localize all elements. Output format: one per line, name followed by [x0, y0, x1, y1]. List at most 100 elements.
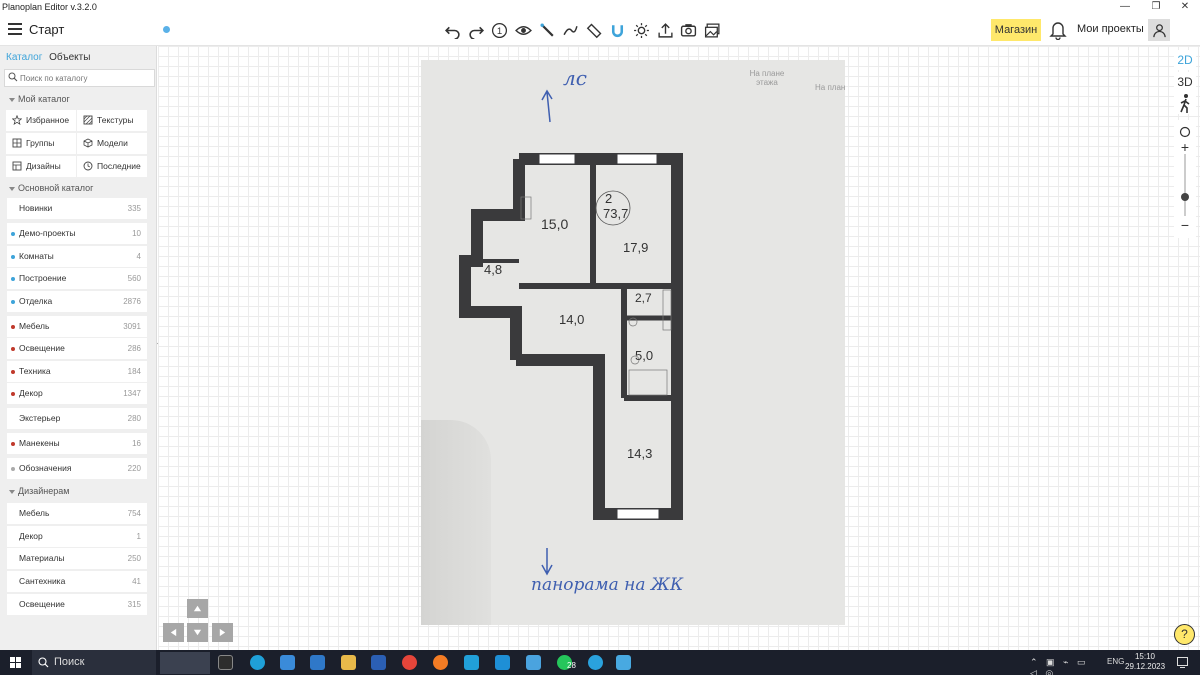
group-icon	[12, 138, 22, 148]
designer-row[interactable]: Мебель 754	[7, 503, 147, 524]
catalog-designs-button[interactable]: Дизайны	[6, 156, 76, 177]
eye-icon[interactable]	[512, 19, 536, 41]
catalog-row[interactable]: Освещение 286	[7, 338, 147, 359]
catalog-models-button[interactable]: Модели	[77, 133, 147, 154]
planoplan-icon[interactable]	[616, 655, 631, 670]
word-icon[interactable]	[371, 655, 386, 670]
catalog-favorites-button[interactable]: Избранное	[6, 110, 76, 131]
catalog-row[interactable]: Обозначения 220	[7, 458, 147, 479]
restore-button[interactable]: ❐	[1141, 0, 1171, 14]
zoom-in-button[interactable]: +	[1174, 140, 1196, 154]
notifications-icon[interactable]	[1176, 656, 1189, 669]
firefox-icon[interactable]	[433, 655, 448, 670]
arrow-up-icon	[193, 605, 202, 612]
catalog-row-label: Отделка	[19, 296, 53, 306]
magnet-icon[interactable]	[606, 19, 630, 41]
window-title: Planoplan Editor v.3.2.0	[2, 2, 97, 12]
gallery-icon[interactable]	[701, 19, 725, 41]
catalog-row[interactable]: Отделка 2876	[7, 291, 147, 312]
app-icon[interactable]	[464, 655, 479, 670]
zoom-out-button[interactable]: −	[1174, 218, 1196, 232]
tab-objects[interactable]: Объекты	[49, 52, 90, 63]
edge-icon[interactable]	[250, 655, 265, 670]
search-input[interactable]	[20, 72, 150, 85]
pan-right-button[interactable]	[212, 623, 233, 642]
help-button[interactable]: ?	[1174, 624, 1195, 645]
minimize-button[interactable]: —	[1110, 0, 1140, 14]
taskbar-search[interactable]: Поиск	[32, 650, 156, 675]
section-designers[interactable]: Дизайнерам	[9, 486, 69, 496]
pan-left-button[interactable]	[163, 623, 184, 642]
room-area-label: 15,0	[541, 216, 569, 232]
category-dot	[11, 346, 15, 351]
explorer-icon[interactable]	[341, 655, 356, 670]
store-icon[interactable]	[280, 655, 295, 670]
app-icon[interactable]	[526, 655, 541, 670]
designer-row-label: Материалы	[19, 553, 65, 563]
windows-start-icon[interactable]	[10, 657, 21, 668]
designer-row[interactable]: Сантехника 41	[7, 571, 147, 592]
designer-row-count: 754	[127, 509, 141, 518]
search-icon	[38, 657, 49, 668]
taskbar-clock[interactable]: 15:10 29.12.2023	[1125, 652, 1165, 672]
catalog-sidebar: Каталог Объекты Мой каталог Избранное Те…	[0, 46, 157, 650]
tab-catalog[interactable]: Каталог	[6, 52, 42, 63]
catalog-row[interactable]: Техника 184	[7, 361, 147, 382]
pan-down-button[interactable]	[187, 623, 208, 642]
info-icon[interactable]: 1	[488, 19, 512, 41]
status-dot	[163, 26, 170, 33]
designer-row[interactable]: Декор 1	[7, 526, 147, 547]
pan-up-button[interactable]	[187, 599, 208, 618]
catalog-recent-button[interactable]: Последние	[77, 156, 147, 177]
view-2d-button[interactable]: 2D	[1174, 50, 1196, 70]
category-dot	[11, 276, 15, 281]
designer-row[interactable]: Освещение 315	[7, 594, 147, 615]
tray-icons[interactable]: ⌃ ▣ ⌁ ▭ ◁ ◎	[1030, 657, 1100, 675]
sun-icon[interactable]	[630, 19, 654, 41]
catalog-row[interactable]: Комнаты 4	[7, 246, 147, 267]
catalog-row[interactable]: Новинки 335	[7, 198, 147, 219]
telegram-icon[interactable]	[588, 655, 603, 670]
share-icon[interactable]	[653, 19, 677, 41]
floor-plan-image[interactable]: На плане этажа На плане компл лс	[421, 60, 845, 625]
measure-icon[interactable]	[559, 19, 583, 41]
catalog-row[interactable]: Построение 560	[7, 268, 147, 289]
catalog-row[interactable]: Демо-проекты 10	[7, 223, 147, 244]
zoom-slider-handle[interactable]	[1181, 193, 1189, 202]
catalog-row[interactable]: Декор 1347	[7, 383, 147, 404]
user-icon[interactable]	[1148, 19, 1170, 41]
wand-icon[interactable]	[535, 19, 559, 41]
zoom-reset-icon[interactable]	[1179, 126, 1191, 138]
catalog-row[interactable]: Мебель 3091	[7, 316, 147, 337]
camera-icon[interactable]	[677, 19, 701, 41]
close-button[interactable]: ✕	[1170, 0, 1200, 14]
undo-icon[interactable]	[441, 19, 465, 41]
section-my-catalog[interactable]: Мой каталог	[9, 94, 70, 104]
category-dot	[11, 391, 15, 396]
chrome-icon[interactable]	[402, 655, 417, 670]
shop-button[interactable]: Магазин	[991, 19, 1041, 41]
app-icon[interactable]	[495, 655, 510, 670]
zoom-slider-track[interactable]	[1184, 154, 1186, 216]
catalog-groups-button[interactable]: Группы	[6, 133, 76, 154]
taskbar-widget-thumbnail[interactable]	[160, 652, 210, 674]
catalog-row-label: Декор	[19, 388, 43, 398]
catalog-textures-button[interactable]: Текстуры	[77, 110, 147, 131]
mail-icon[interactable]	[310, 655, 325, 670]
catalog-row[interactable]: Экстерьер 280	[7, 408, 147, 429]
menu-icon[interactable]	[8, 23, 22, 35]
bell-icon[interactable]	[1049, 20, 1067, 41]
ruler-icon[interactable]	[583, 19, 607, 41]
title-bar: Planoplan Editor v.3.2.0 — ❐ ✕	[0, 0, 1200, 14]
my-projects-button[interactable]: Мои проекты	[1077, 23, 1144, 35]
task-view-icon[interactable]	[218, 655, 233, 670]
catalog-row-count: 560	[127, 274, 141, 283]
view-3d-button[interactable]: 3D	[1174, 72, 1196, 92]
arrow-down-icon	[193, 629, 202, 636]
catalog-row[interactable]: Манекены 16	[7, 433, 147, 454]
walk-mode-icon[interactable]	[1174, 92, 1196, 114]
redo-icon[interactable]	[465, 19, 489, 41]
designer-row[interactable]: Материалы 250	[7, 548, 147, 569]
input-language[interactable]: ENG	[1107, 657, 1124, 666]
section-main-catalog[interactable]: Основной каталог	[9, 183, 93, 193]
